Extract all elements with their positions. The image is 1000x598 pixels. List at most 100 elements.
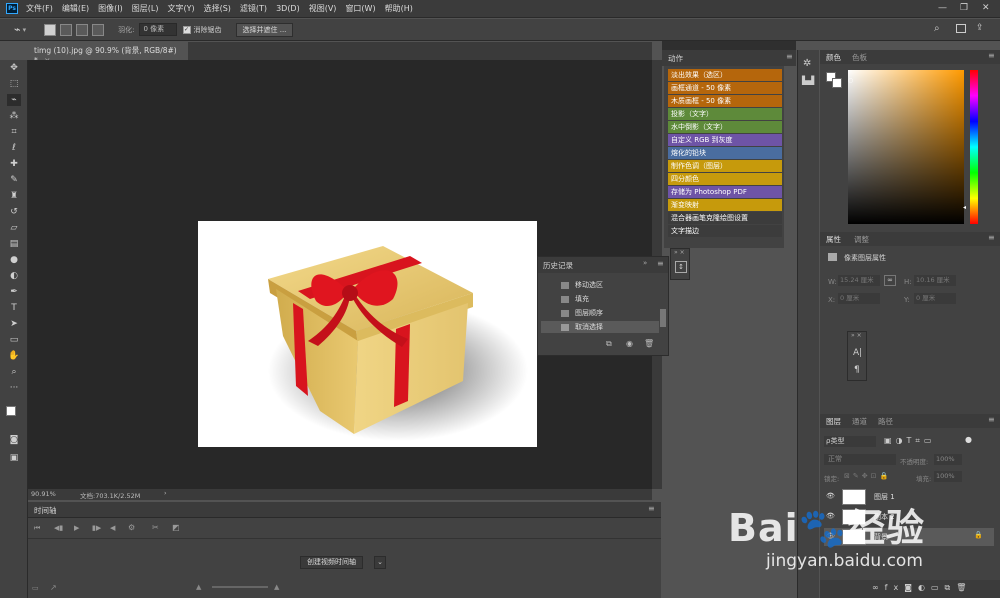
- width-field[interactable]: 15.24 厘米: [838, 275, 880, 286]
- action-button[interactable]: 混合器画笔克隆绘图设置: [668, 212, 782, 224]
- minimize-icon[interactable]: —: [938, 3, 947, 13]
- lock-icons[interactable]: ⊠✎✥⊡🔒: [844, 472, 891, 480]
- move-tool-icon[interactable]: ✥: [7, 62, 21, 74]
- chevron-down-icon[interactable]: ▾: [23, 26, 27, 34]
- select-and-mask-button[interactable]: 选择并遮住 ...: [235, 22, 294, 37]
- layer-filter-icons[interactable]: ▣◑T⌗▭: [884, 436, 936, 446]
- transition-icon[interactable]: ◩: [172, 523, 180, 532]
- antialias-checkbox[interactable]: ✓: [182, 25, 191, 34]
- history-scrollbar[interactable]: [660, 309, 666, 327]
- next-frame-icon[interactable]: ▮▶: [92, 524, 101, 532]
- first-frame-icon[interactable]: ⏮: [34, 524, 40, 533]
- panel-menu-icon[interactable]: ≡: [657, 259, 664, 268]
- action-button[interactable]: 水中倒影（文字）: [668, 121, 782, 133]
- pen-tool-icon[interactable]: ✒: [7, 286, 21, 298]
- menu-3d[interactable]: 3D(D): [276, 4, 300, 13]
- new-document-from-state-icon[interactable]: ⧉: [606, 339, 612, 349]
- create-video-timeline-button[interactable]: 创建视频时间轴: [300, 556, 363, 569]
- chevron-down-icon[interactable]: ⌄: [374, 556, 386, 569]
- tab-swatches[interactable]: 色板: [852, 52, 867, 63]
- timeline-options-icon[interactable]: ▭: [32, 584, 39, 592]
- action-button[interactable]: 画框通道 - 50 像素: [668, 82, 782, 94]
- zoom-out-icon[interactable]: ▲: [196, 583, 201, 591]
- crop-tool-icon[interactable]: ⌗: [7, 126, 21, 138]
- clone-stamp-icon[interactable]: ♜: [7, 190, 21, 202]
- menu-type[interactable]: 文字(Y): [167, 3, 194, 14]
- hue-slider[interactable]: [970, 70, 978, 224]
- close-icon[interactable]: ✕: [982, 3, 990, 13]
- split-icon[interactable]: ✂: [152, 523, 159, 532]
- action-button[interactable]: 熔化的铅块: [668, 147, 782, 159]
- snapshot-icon[interactable]: ◉: [626, 339, 633, 348]
- new-selection-icon[interactable]: [44, 23, 57, 36]
- panel-menu-icon[interactable]: ≡: [786, 52, 793, 61]
- intersect-selection-icon[interactable]: [92, 23, 105, 36]
- history-row-selected[interactable]: 取消选择: [541, 321, 659, 333]
- action-button[interactable]: 四分颜色: [668, 173, 782, 185]
- collapse-icon[interactable]: »: [643, 259, 647, 267]
- menu-view[interactable]: 视图(V): [309, 3, 337, 14]
- tab-adjustments[interactable]: 调整: [854, 234, 869, 245]
- action-button[interactable]: 制作色调（图层）: [668, 160, 782, 172]
- audio-icon[interactable]: ◀: [110, 524, 115, 532]
- background-swatch[interactable]: [832, 78, 842, 88]
- menu-select[interactable]: 选择(S): [204, 3, 231, 14]
- paragraph-panel-icon[interactable]: ↕: [675, 261, 687, 273]
- path-select-icon[interactable]: ➤: [7, 318, 21, 330]
- chevron-right-icon[interactable]: ›: [164, 489, 167, 497]
- layer-filter-select[interactable]: ρ类型: [824, 436, 876, 447]
- rectangle-tool-icon[interactable]: ▭: [7, 334, 21, 346]
- y-field[interactable]: 0 厘米: [914, 293, 956, 304]
- brush-tool-icon[interactable]: ✎: [7, 174, 21, 186]
- panel-menu-icon[interactable]: ≡: [988, 233, 995, 242]
- menu-help[interactable]: 帮助(H): [385, 3, 413, 14]
- tab-color[interactable]: 颜色: [826, 52, 841, 63]
- subtract-selection-icon[interactable]: [76, 23, 89, 36]
- history-brush-icon[interactable]: ↺: [7, 206, 21, 218]
- trash-icon[interactable]: 🗑: [644, 339, 654, 348]
- menu-layer[interactable]: 图层(L): [132, 3, 159, 14]
- zoom-slider[interactable]: [212, 586, 268, 588]
- action-button[interactable]: 文字描边: [668, 225, 782, 237]
- panel-menu-icon[interactable]: ≡: [988, 415, 995, 424]
- hue-pointer-icon[interactable]: ◂: [963, 204, 966, 211]
- previous-frame-icon[interactable]: ◀▮: [54, 524, 63, 532]
- search-icon[interactable]: ⌕: [934, 23, 940, 34]
- menu-edit[interactable]: 编辑(E): [62, 3, 89, 14]
- collapse-icon[interactable]: » ×: [674, 249, 685, 256]
- type-tool-icon[interactable]: T: [7, 302, 21, 314]
- tab-channels[interactable]: 通道: [852, 416, 867, 427]
- zoom-in-icon[interactable]: ▲: [274, 583, 279, 591]
- tab-properties[interactable]: 属性: [826, 234, 841, 245]
- zoom-tool-icon[interactable]: ⌕: [7, 366, 21, 378]
- color-picker-cursor-icon[interactable]: ○: [848, 77, 853, 84]
- action-button[interactable]: 自定义 RGB 到灰度: [668, 134, 782, 146]
- zoom-level[interactable]: 90.91%: [31, 490, 56, 498]
- link-icon[interactable]: ∞: [884, 275, 896, 286]
- tab-layers[interactable]: 图层: [826, 416, 841, 427]
- add-selection-icon[interactable]: [60, 23, 73, 36]
- convert-icon[interactable]: ↗: [50, 583, 57, 592]
- actions-panel-icon[interactable]: ✲: [803, 58, 811, 69]
- document-tab[interactable]: timg (10).jpg @ 90.9% (背景, RGB/8#) * ×: [28, 42, 188, 65]
- paragraph-icon[interactable]: ¶: [854, 365, 860, 375]
- lasso-tool-preset-icon[interactable]: ⌁: [14, 23, 21, 36]
- eyedropper-icon[interactable]: ℓ: [7, 142, 21, 154]
- blur-tool-icon[interactable]: ●: [7, 254, 21, 266]
- feather-input[interactable]: 0 像素: [138, 23, 177, 36]
- marquee-tool-icon[interactable]: ⬚: [7, 78, 21, 90]
- menu-file[interactable]: 文件(F): [26, 3, 53, 14]
- workspace-icon[interactable]: [956, 24, 966, 33]
- gradient-tool-icon[interactable]: ▤: [7, 238, 21, 250]
- layer-actions-icons[interactable]: ∞fx◙◐▭⧉🗑: [872, 583, 972, 593]
- histogram-panel-icon[interactable]: ▙▟: [802, 76, 814, 85]
- action-button[interactable]: 淡出效果（选区）: [668, 69, 782, 81]
- color-field[interactable]: [848, 70, 964, 224]
- character-panel-icon[interactable]: A|: [853, 348, 862, 358]
- restore-icon[interactable]: ❐: [960, 3, 968, 13]
- healing-brush-icon[interactable]: ✚: [7, 158, 21, 170]
- play-icon[interactable]: ▶: [74, 524, 79, 532]
- filter-toggle-icon[interactable]: ●: [965, 435, 972, 444]
- share-icon[interactable]: ⇪: [976, 23, 984, 33]
- history-row[interactable]: 图层顺序: [541, 307, 659, 319]
